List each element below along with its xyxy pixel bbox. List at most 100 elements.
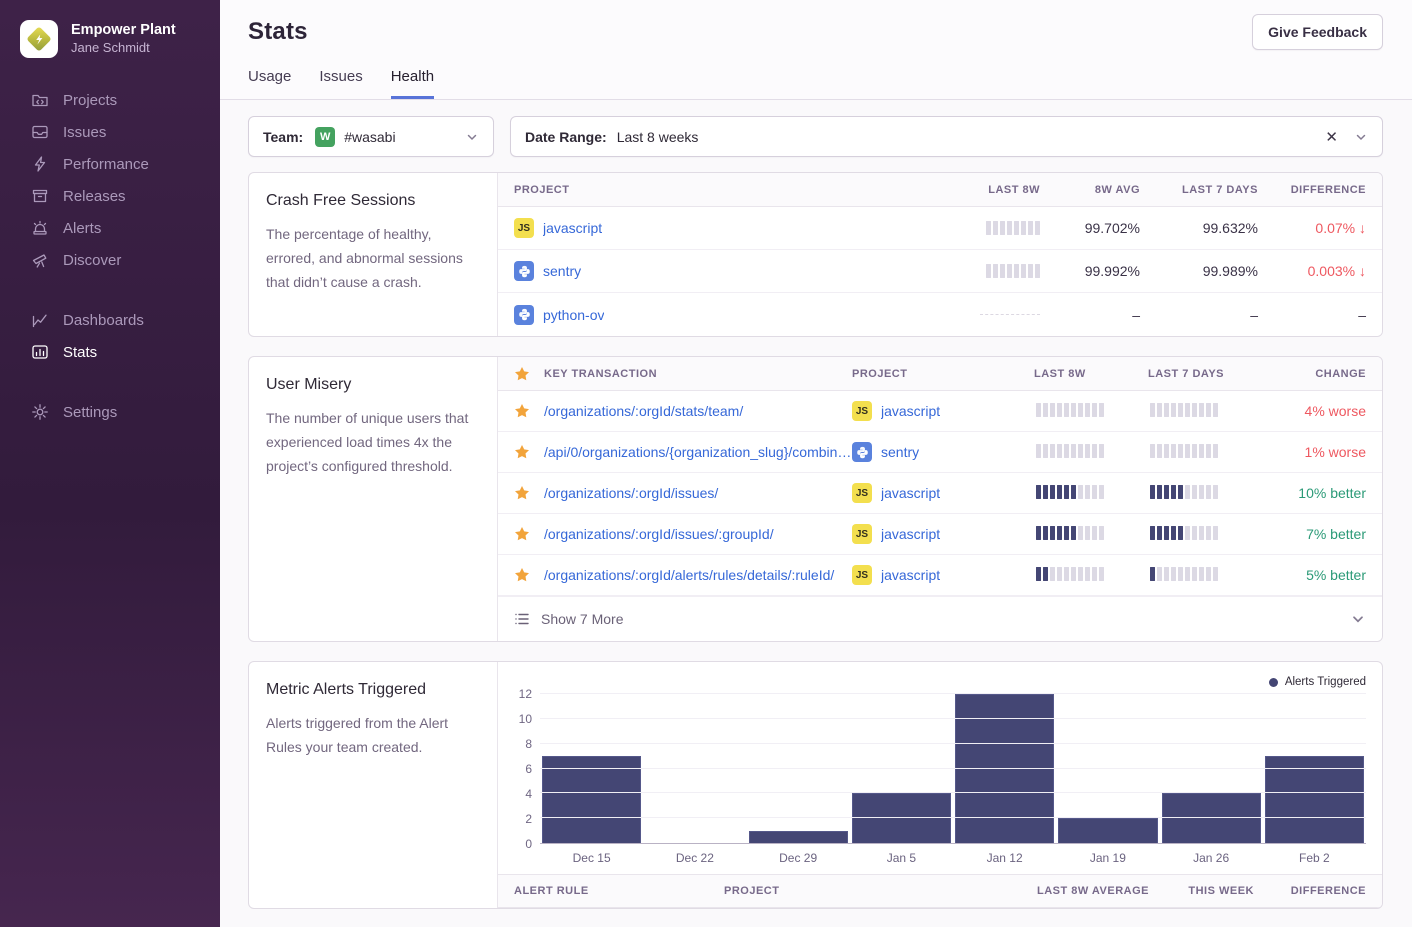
star-icon[interactable]: [514, 485, 544, 501]
chevron-down-icon: [1354, 130, 1368, 144]
table-row: JSjavascript 99.702% 99.632% 0.07% ↓: [498, 207, 1382, 250]
sidebar-item-settings[interactable]: Settings: [0, 396, 220, 428]
project-link[interactable]: javascript: [881, 485, 940, 501]
difference-value: 0.07%: [1315, 220, 1355, 236]
sparkline: [1034, 526, 1104, 540]
sidebar-item-label: Issues: [63, 124, 106, 141]
sparkline: [1034, 567, 1104, 581]
sidebar-item-issues[interactable]: Issues: [0, 116, 220, 148]
date-range-value: Last 8 weeks: [617, 129, 699, 145]
project-link[interactable]: python-ov: [543, 307, 604, 323]
sparkline: [1034, 444, 1104, 458]
sparkline: [1034, 485, 1104, 499]
javascript-platform-icon: JS: [514, 218, 534, 238]
last-7d-value: –: [1140, 307, 1258, 323]
misery-panel-info: User Misery The number of unique users t…: [249, 357, 498, 641]
transaction-link[interactable]: /organizations/:orgId/stats/team/: [544, 403, 852, 419]
panel-description: Alerts triggered from the Alert Rules yo…: [266, 711, 480, 759]
project-link[interactable]: javascript: [881, 567, 940, 583]
change-value: 1% worse: [1266, 444, 1366, 460]
sidebar-nav: Projects Issues Performance Releases Ale…: [0, 84, 220, 428]
tab-bar: Usage Issues Health: [248, 68, 1382, 99]
list-icon: [514, 611, 530, 627]
projects-icon: [30, 90, 50, 110]
issues-icon: [30, 122, 50, 142]
content: Team: W #wasabi Date Range: Last 8 weeks…: [220, 100, 1412, 927]
project-link[interactable]: sentry: [543, 263, 581, 279]
sidebar: Empower Plant Jane Schmidt Projects Issu…: [0, 0, 220, 927]
change-value: 4% worse: [1266, 403, 1366, 419]
project-link[interactable]: javascript: [881, 526, 940, 542]
sidebar-item-discover[interactable]: Discover: [0, 244, 220, 276]
sidebar-item-stats[interactable]: Stats: [0, 336, 220, 368]
star-icon[interactable]: [514, 567, 544, 583]
transaction-link[interactable]: /organizations/:orgId/issues/: [544, 485, 852, 501]
star-icon[interactable]: [514, 403, 544, 419]
project-link[interactable]: sentry: [881, 444, 919, 460]
project-link[interactable]: javascript: [543, 220, 602, 236]
table-row: /organizations/:orgId/alerts/rules/detai…: [498, 555, 1382, 596]
avg-8w-value: 99.992%: [1040, 263, 1140, 279]
panel-title: Metric Alerts Triggered: [266, 681, 480, 699]
change-value: 5% better: [1266, 567, 1366, 583]
legend-label: Alerts Triggered: [1285, 676, 1366, 688]
column-header: Key Transaction: [544, 368, 852, 380]
alerts-panel-body: Alerts Triggered 024681012 Dec 15Dec 22D…: [498, 662, 1382, 908]
sparkline-empty: [980, 308, 1040, 322]
panel-title: Crash Free Sessions: [266, 192, 480, 210]
team-label: Team:: [263, 129, 303, 145]
transaction-link[interactable]: /organizations/:orgId/alerts/rules/detai…: [544, 567, 852, 583]
chart-area: 024681012: [510, 694, 1366, 844]
last-7d-value: 99.632%: [1140, 220, 1258, 236]
sidebar-item-performance[interactable]: Performance: [0, 148, 220, 180]
page-title: Stats: [248, 18, 1382, 46]
chevron-down-icon[interactable]: [1350, 611, 1366, 627]
date-range-selector[interactable]: Date Range: Last 8 weeks ✕: [510, 116, 1383, 157]
page-header: Stats Give Feedback Usage Issues Health: [220, 0, 1412, 100]
sidebar-item-label: Discover: [63, 252, 121, 269]
star-icon[interactable]: [514, 526, 544, 542]
star-icon[interactable]: [514, 444, 544, 460]
team-avatar: W: [315, 127, 335, 147]
column-header: Difference: [1258, 184, 1366, 196]
team-value: #wasabi: [344, 129, 395, 145]
tab-health[interactable]: Health: [391, 68, 434, 99]
transaction-link[interactable]: /api/0/organizations/{organization_slug}…: [544, 444, 852, 460]
alerts-triggered-chart: Alerts Triggered 024681012 Dec 15Dec 22D…: [498, 662, 1382, 874]
give-feedback-button[interactable]: Give Feedback: [1252, 14, 1383, 50]
sidebar-item-label: Dashboards: [63, 312, 144, 329]
sidebar-item-projects[interactable]: Projects: [0, 84, 220, 116]
table-row: /organizations/:orgId/issues/:groupId/ J…: [498, 514, 1382, 555]
transaction-link[interactable]: /organizations/:orgId/issues/:groupId/: [544, 526, 852, 542]
sidebar-item-dashboards[interactable]: Dashboards: [0, 304, 220, 336]
column-header: Last 8W: [1034, 368, 1148, 380]
table-row: /organizations/:orgId/stats/team/ JSjava…: [498, 391, 1382, 432]
alerts-icon: [30, 218, 50, 238]
org-switcher[interactable]: Empower Plant Jane Schmidt: [0, 0, 220, 58]
table-header: Project Last 8W 8W Avg Last 7 Days Diffe…: [498, 173, 1382, 207]
sparkline: [1148, 526, 1218, 540]
column-header: Last 8W: [920, 184, 1040, 196]
sparkline: [1148, 567, 1218, 581]
project-link[interactable]: javascript: [881, 403, 940, 419]
org-text: Empower Plant Jane Schmidt: [71, 21, 176, 56]
show-more-label: Show 7 More: [541, 611, 623, 627]
sidebar-item-alerts[interactable]: Alerts: [0, 212, 220, 244]
chart-legend[interactable]: Alerts Triggered: [510, 672, 1366, 692]
sidebar-item-label: Performance: [63, 156, 149, 173]
tab-usage[interactable]: Usage: [248, 68, 291, 99]
show-more-button[interactable]: Show 7 More: [498, 596, 1382, 641]
last-7d-value: 99.989%: [1140, 263, 1258, 279]
table-row: sentry 99.992% 99.989% 0.003% ↓: [498, 250, 1382, 293]
python-platform-icon: [514, 305, 534, 325]
clear-icon[interactable]: ✕: [1325, 128, 1338, 146]
sidebar-item-releases[interactable]: Releases: [0, 180, 220, 212]
javascript-platform-icon: JS: [852, 483, 872, 503]
column-header: Last 8W Average: [979, 885, 1149, 897]
sparkline: [984, 264, 1040, 278]
tab-issues[interactable]: Issues: [319, 68, 362, 99]
column-header: Project: [852, 368, 1034, 380]
column-header: Last 7 Days: [1148, 368, 1266, 380]
column-header: Last 7 Days: [1140, 184, 1258, 196]
team-selector[interactable]: Team: W #wasabi: [248, 116, 494, 157]
